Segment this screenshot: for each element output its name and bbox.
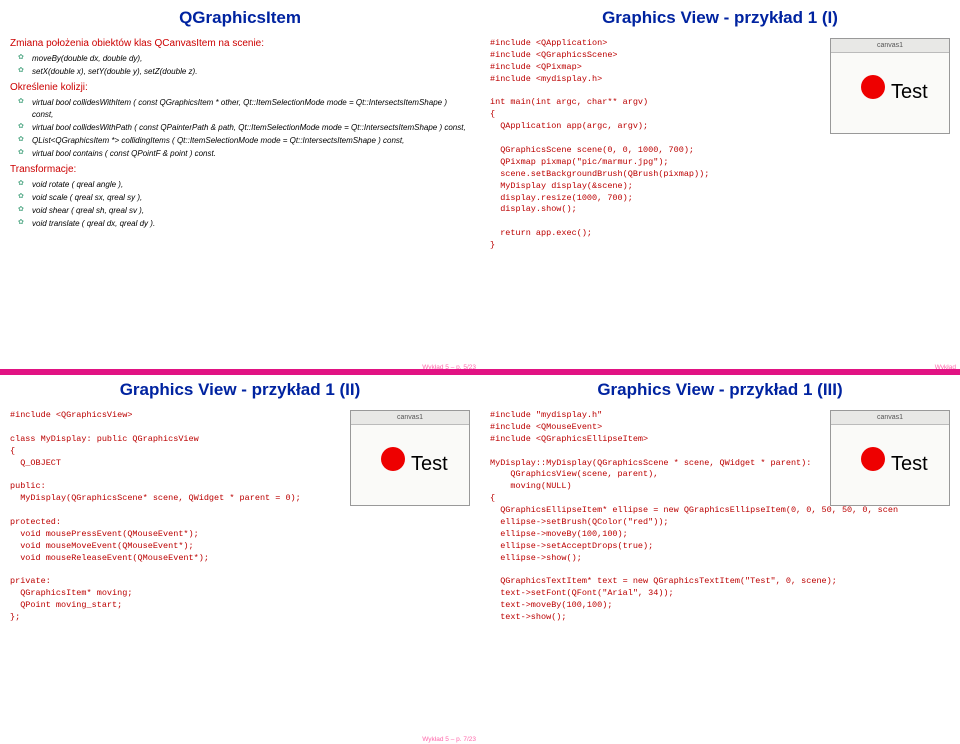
list-item: moveBy(double dx, double dy), (32, 53, 470, 65)
list-item: void scale ( qreal sx, qreal sy ), (32, 192, 470, 204)
list-item: virtual bool contains ( const QPointF & … (32, 148, 470, 160)
list-item: virtual bool collidesWithPath ( const QP… (32, 122, 470, 134)
preview-canvas: Test (351, 425, 469, 505)
preview-text: Test (891, 81, 928, 104)
slide-tr: Graphics View - przykład 1 (I) #include … (480, 0, 960, 372)
list-item: QList<QGraphicsItem *> collidingItems ( … (32, 135, 470, 147)
heading-transform: Transformacje: (10, 164, 470, 175)
slide-title: Graphics View - przykład 1 (I) (490, 8, 950, 28)
list-item: setX(double x), setY(double y), setZ(dou… (32, 66, 470, 78)
ellipse-icon (861, 447, 885, 471)
preview-window: canvas1 Test (350, 410, 470, 506)
preview-canvas: Test (831, 425, 949, 505)
preview-canvas: Test (831, 53, 949, 133)
slide-title: QGraphicsItem (10, 8, 470, 28)
bullets-move: moveBy(double dx, double dy), setX(doubl… (10, 53, 470, 78)
ellipse-icon (861, 75, 885, 99)
heading-move: Zmiana położenia obiektów klas QCanvasIt… (10, 38, 470, 49)
preview-window: canvas1 Test (830, 38, 950, 134)
preview-text: Test (411, 453, 448, 476)
list-item: void translate ( qreal dx, qreal dy ). (32, 218, 470, 230)
heading-collision: Określenie kolizji: (10, 82, 470, 93)
preview-titlebar: canvas1 (351, 411, 469, 425)
slide-tl: QGraphicsItem Zmiana położenia obiektów … (0, 0, 480, 372)
slide-title: Graphics View - przykład 1 (III) (490, 380, 950, 400)
preview-titlebar: canvas1 (831, 39, 949, 53)
ellipse-icon (381, 447, 405, 471)
bullets-collision: virtual bool collidesWithItem ( const QG… (10, 97, 470, 160)
list-item: void rotate ( qreal angle ), (32, 179, 470, 191)
preview-text: Test (891, 453, 928, 476)
divider-horizontal (0, 369, 960, 375)
list-item: void shear ( qreal sh, qreal sv ), (32, 205, 470, 217)
pager: Wykład 5 – p. 7/23 (422, 736, 476, 743)
bullets-transform: void rotate ( qreal angle ), void scale … (10, 179, 470, 230)
preview-titlebar: canvas1 (831, 411, 949, 425)
slide-bl: Graphics View - przykład 1 (II) #include… (0, 372, 480, 744)
preview-window: canvas1 Test (830, 410, 950, 506)
slide-title: Graphics View - przykład 1 (II) (10, 380, 470, 400)
list-item: virtual bool collidesWithItem ( const QG… (32, 97, 470, 121)
slide-br: Graphics View - przykład 1 (III) #includ… (480, 372, 960, 744)
